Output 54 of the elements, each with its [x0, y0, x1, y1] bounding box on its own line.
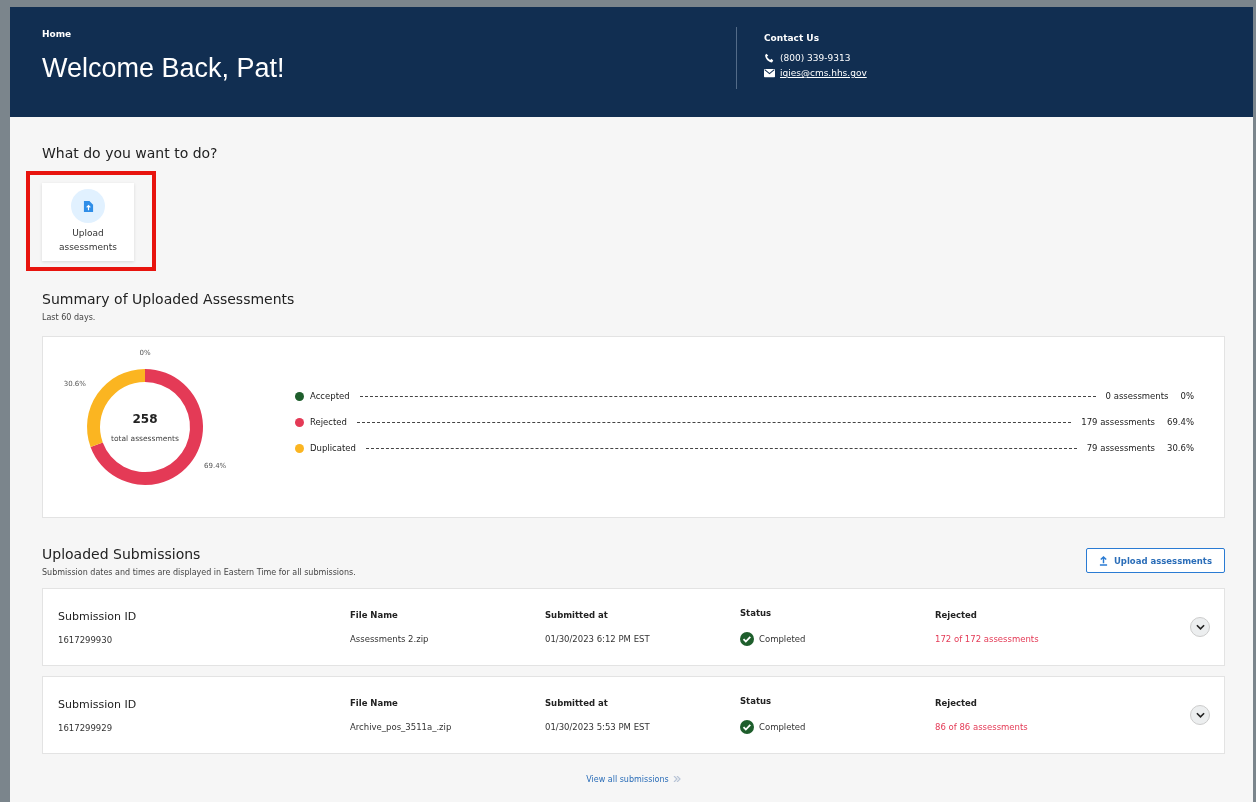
upload-tile[interactable]: Upload assessments: [42, 183, 134, 261]
submission-id: 1617299930: [58, 634, 114, 645]
rejected-count: 86 of 86 assessments: [935, 722, 1029, 732]
expand-button[interactable]: [1190, 705, 1210, 725]
status-text: Completed: [759, 722, 806, 732]
field-label: File Name: [350, 698, 399, 708]
section-subtitle: Last 60 days.: [42, 313, 97, 322]
legend-label: Duplicated: [310, 443, 356, 453]
field-label: File Name: [350, 610, 399, 620]
section-heading: Summary of Uploaded Assessments: [42, 291, 296, 307]
field-label: Status: [740, 696, 773, 706]
chevron-down-icon: [1195, 624, 1205, 630]
legend-count: 79 assessments: [1086, 443, 1155, 453]
field-label: Status: [740, 608, 773, 618]
legend-percent: 69.4%: [1167, 417, 1194, 427]
view-all-link[interactable]: View all submissions: [586, 775, 669, 784]
expand-button[interactable]: [1190, 617, 1210, 637]
submitted-time: 01/30/2023 6:12 PM EST: [545, 634, 651, 644]
upload-file-icon: [71, 189, 105, 223]
phone-icon: [764, 53, 775, 63]
field-label: Submitted at: [545, 698, 609, 708]
field-label: Rejected: [935, 698, 978, 708]
legend-count: 179 assessments: [1081, 417, 1155, 427]
section-subtitle: Submission dates and times are displayed in Eastern Time for all submissions.: [42, 568, 356, 577]
file-name: Archive_pos_3511a_.zip: [350, 722, 453, 732]
status-text: Completed: [759, 634, 806, 644]
upload-button[interactable]: Upload assessments: [1085, 548, 1225, 573]
phone-number: (800) 339-9313: [780, 53, 851, 63]
field-label: Rejected: [935, 610, 978, 620]
legend-count: 0 assessments: [1105, 391, 1169, 401]
upload-icon: [1098, 555, 1108, 566]
submitted-time: 01/30/2023 5:53 PM EST: [545, 722, 651, 732]
field-label: Submission ID: [58, 697, 138, 711]
submission-id: 1617299929: [58, 722, 114, 733]
total-count: 258: [132, 411, 158, 426]
legend-label: Accepted: [310, 391, 350, 401]
double-chevron-icon: [672, 776, 681, 782]
legend-percent: 0%: [1180, 391, 1194, 401]
breadcrumb-link[interactable]: Home: [42, 29, 736, 39]
legend-percent: 30.6%: [1167, 443, 1194, 453]
check-circle-icon: [740, 720, 754, 734]
section-heading: Uploaded Submissions: [42, 546, 202, 562]
legend-label: Rejected: [310, 417, 347, 427]
file-name: Assessments 2.zip: [350, 634, 430, 644]
field-label: Submitted at: [545, 610, 609, 620]
field-label: Submission ID: [58, 609, 138, 623]
rejected-count: 172 of 172 assessments: [935, 634, 1040, 644]
mail-icon: [764, 68, 775, 78]
section-heading: What do you want to do?: [42, 145, 219, 161]
check-circle-icon: [740, 632, 754, 646]
contact-heading: Contact Us: [764, 33, 820, 43]
chevron-down-icon: [1195, 712, 1205, 718]
page-title: Welcome Back, Pat!: [42, 53, 286, 84]
email-link[interactable]: iqies@cms.hhs.gov: [780, 68, 867, 78]
